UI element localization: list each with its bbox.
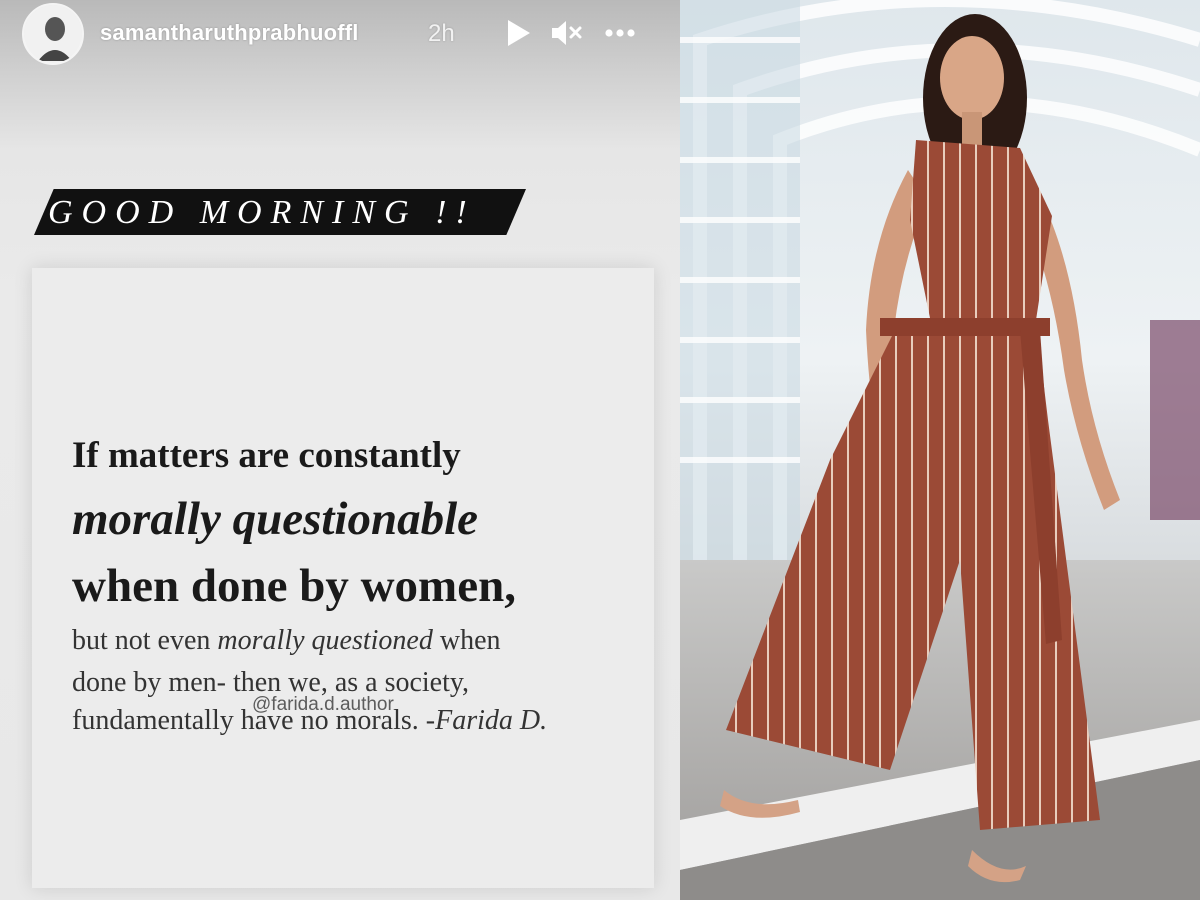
quote-line-3: when done by women,	[72, 560, 516, 612]
quote-emphasis: morally questioned	[217, 625, 433, 656]
instagram-story: samantharuthprabhuoffl 2h GOOD MORNING !…	[0, 0, 680, 900]
greeting-text: GOOD MORNING !!	[48, 194, 476, 231]
story-timestamp: 2h	[428, 20, 455, 47]
mention-tag[interactable]: @farida.d.author	[252, 694, 394, 716]
play-icon[interactable]	[500, 15, 536, 51]
profile-avatar[interactable]	[22, 3, 84, 65]
quote-line-1: If matters are constantly	[72, 435, 461, 476]
quote-attribution: -Farida D.	[425, 705, 548, 736]
quote-line-4: but not even morally questioned when	[72, 625, 501, 656]
mute-icon[interactable]	[548, 15, 584, 51]
woman-in-striped-jumpsuit-image	[680, 0, 1200, 900]
story-username[interactable]: samantharuthprabhuoffl	[100, 20, 359, 46]
more-options-icon[interactable]	[602, 15, 638, 51]
avatar-image-icon	[24, 5, 82, 63]
quote-line-2: morally questionable	[72, 493, 479, 545]
photo-illustration	[680, 0, 1200, 900]
story-header: samantharuthprabhuoffl 2h	[0, 0, 680, 70]
